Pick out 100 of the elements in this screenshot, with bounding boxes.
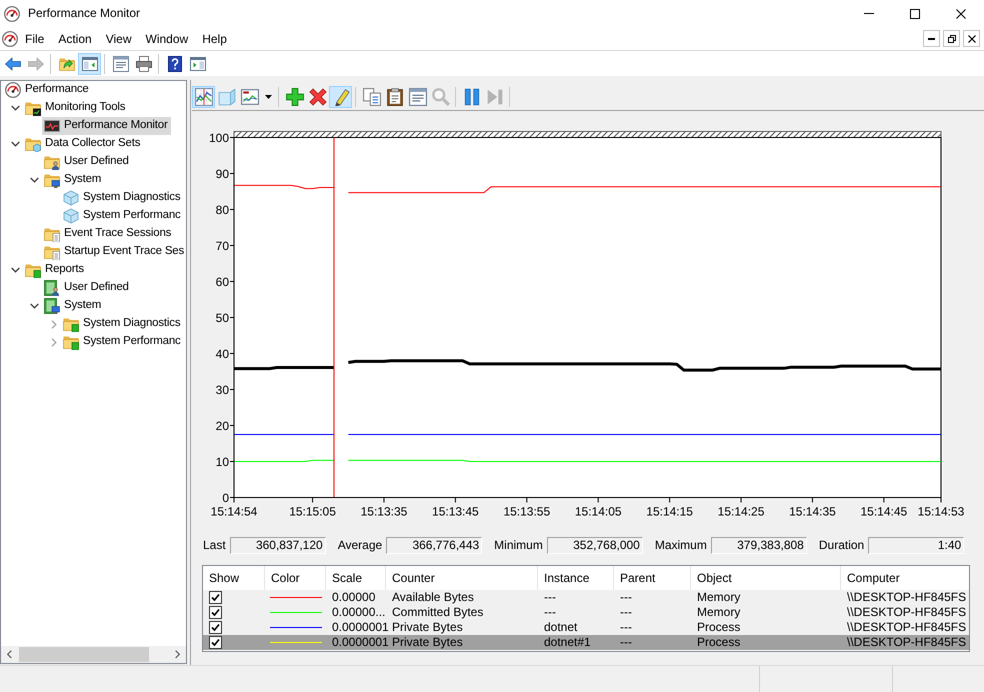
table-cell-text: ---	[619, 605, 633, 620]
graph-type-button[interactable]	[238, 86, 261, 108]
forward-arrow-icon	[28, 56, 44, 72]
y-tick-label: 80	[216, 202, 229, 217]
checkbox[interactable]	[209, 636, 222, 649]
tree-item[interactable]: User Defined	[42, 279, 132, 297]
close-button[interactable]	[963, 30, 980, 47]
tree-item[interactable]: Data Collector Sets	[23, 135, 144, 153]
properties-button[interactable]	[406, 86, 429, 108]
console-tree-button[interactable]	[78, 52, 101, 74]
table-cell-text: \\DESKTOP-HF845FS	[846, 635, 968, 650]
table-cell-text: ---	[543, 590, 557, 605]
cube-icon	[218, 88, 236, 106]
x-tick-label: 15:13:55	[503, 504, 550, 518]
clipboard-icon	[386, 88, 404, 106]
table-cell-text: ---	[619, 635, 633, 650]
x-tick-label: 15:14:15	[646, 504, 693, 518]
tree-item[interactable]: System Performanc	[61, 333, 184, 351]
menu-item[interactable]: Action	[51, 30, 99, 48]
stat-value: 366,776,443	[386, 537, 482, 554]
maximize-icon	[910, 8, 920, 18]
checkbox[interactable]	[209, 606, 222, 619]
add-button[interactable]	[283, 86, 306, 108]
stat-value: 1:40	[868, 537, 964, 554]
chevron-down-icon[interactable]	[30, 177, 39, 183]
folder-cube-icon	[25, 136, 41, 152]
folder-document-icon	[44, 244, 60, 260]
minimize-icon	[864, 13, 874, 14]
cube-icon	[63, 208, 79, 224]
table-cell-text: 0.00000	[331, 590, 376, 605]
tree-item[interactable]: System Diagnostics	[61, 189, 184, 207]
tree-item[interactable]: Startup Event Trace Ses	[42, 243, 188, 261]
chevron-down-icon[interactable]	[11, 141, 20, 147]
tree-item[interactable]: User Defined	[42, 153, 132, 171]
table-cell-text: Available Bytes	[391, 590, 475, 605]
cube-icon	[63, 190, 79, 206]
menu-item[interactable]: View	[98, 30, 138, 48]
stat-value: 352,768,000	[546, 537, 643, 554]
table-cell-text: \\DESKTOP-HF845FS	[846, 620, 968, 635]
tree-item[interactable]: System	[42, 171, 104, 189]
folder-report-icon	[63, 316, 79, 332]
tree-item[interactable]: Monitoring Tools	[23, 99, 128, 117]
menu-item[interactable]: Window	[138, 30, 196, 48]
line-chart-icon	[194, 88, 212, 106]
folder-user-icon	[44, 154, 60, 170]
table-cell-text: ---	[543, 605, 557, 620]
tree-item[interactable]: Reports	[23, 261, 87, 279]
tree-item[interactable]: System Performanc	[61, 207, 184, 225]
highlight-button[interactable]	[329, 86, 352, 108]
restore-button[interactable]	[943, 30, 960, 47]
y-tick-label: 10	[216, 454, 229, 469]
table-cell-text: 0.0000001	[331, 620, 386, 635]
stat-label: Average	[338, 538, 382, 553]
tree-item[interactable]: Event Trace Sessions	[42, 225, 174, 243]
menu-item[interactable]: File	[18, 30, 52, 48]
tree-item[interactable]: Performance Monitor	[42, 117, 171, 135]
x-tick-label: 15:14:05	[574, 504, 622, 518]
x-tick-label: 15:14:54	[210, 504, 258, 518]
checkbox[interactable]	[209, 591, 222, 604]
folder-up-icon	[58, 56, 74, 72]
monitor-graph-icon	[44, 118, 60, 134]
legend-row[interactable]: 0.0000001 Private Bytes dotnet --- Process \\DESKTOP-HF845FS	[203, 620, 969, 635]
close-icon	[956, 8, 966, 18]
table-cell-text: ---	[619, 590, 633, 605]
back-arrow-icon	[4, 56, 20, 72]
chevron-down-icon[interactable]	[30, 303, 39, 309]
legend-row[interactable]: 0.0000001 Private Bytes dotnet#1 --- Process \\DESKTOP-HF845FS	[203, 635, 969, 650]
minimize-icon	[928, 38, 935, 40]
document-window-icon	[408, 88, 426, 106]
graph-view-button[interactable]	[192, 86, 215, 108]
x-tick-label: 15:14:53	[918, 504, 964, 518]
table-cell-text: Memory	[696, 590, 742, 605]
pane-window-icon	[190, 56, 206, 72]
delete-icon	[308, 88, 326, 106]
chevron-down-icon[interactable]	[11, 105, 20, 111]
checkbox[interactable]	[209, 621, 222, 634]
table-cell-text: Memory	[696, 605, 742, 620]
y-tick-label: 20	[216, 418, 229, 433]
plus-icon	[286, 88, 304, 106]
tree-item[interactable]: System Diagnostics	[61, 315, 184, 333]
x-tick-label: 15:14:25	[718, 504, 764, 518]
stat-value: 379,383,808	[710, 537, 807, 554]
legend-row[interactable]: 0.00000 Available Bytes --- --- Memory \\DESKTOP-HF845FS	[203, 590, 969, 605]
tree-item[interactable]: System	[42, 297, 104, 315]
x-tick-label: 15:14:45	[860, 504, 908, 518]
legend-row[interactable]: 0.00000... Committed Bytes --- --- Memory \\DESKTOP-HF845FS	[203, 605, 969, 620]
window-title: Performance Monitor	[28, 6, 142, 21]
menu-item[interactable]: Help	[195, 30, 234, 48]
chevron-down-icon[interactable]	[11, 267, 20, 273]
column-header[interactable]: Computer	[841, 566, 969, 590]
step-forward-icon	[486, 88, 504, 106]
folder-computer-icon	[44, 172, 60, 188]
minimize-button[interactable]	[923, 30, 940, 47]
folder-report-icon	[25, 262, 41, 278]
gauge-icon	[4, 6, 20, 22]
x-tick-label: 15:15:05	[289, 504, 336, 518]
folder-chart-icon	[25, 100, 41, 116]
scrollbar-thumb[interactable]	[19, 647, 149, 662]
tree-item[interactable]: Performance	[5, 81, 92, 99]
chart-window-icon	[240, 88, 258, 106]
